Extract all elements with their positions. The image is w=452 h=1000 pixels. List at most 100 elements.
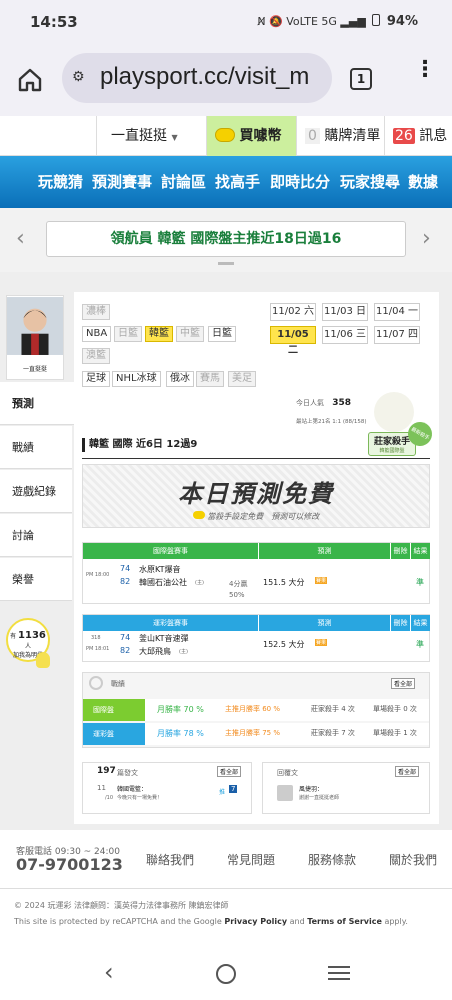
league-chip[interactable]: 俄冰 [166, 371, 194, 387]
tab-switcher-button[interactable]: 1 [350, 68, 372, 90]
stats-killer: 莊家殺手 7 次 [311, 729, 355, 737]
menu-item-guess[interactable]: 玩競猜 [38, 171, 83, 192]
menu-item-livescore[interactable]: 即時比分 [270, 171, 330, 192]
league-chip[interactable]: 澳籃 [82, 348, 110, 364]
stats-home-rate: 主推月勝率 75 % [225, 729, 281, 737]
follower-prefix: 有 [10, 633, 17, 640]
site-settings-icon[interactable]: ⚙ [72, 69, 85, 85]
terms-link[interactable]: Terms of Service [307, 917, 382, 926]
address-bar[interactable]: ⚙ playsport.cc/visit_m [62, 53, 332, 103]
menu-item-predict[interactable]: 預測賽事 [92, 171, 152, 192]
stats-see-all[interactable]: 看全部 [391, 678, 416, 689]
recaptcha-notice: This site is protected by reCAPTCHA and … [14, 917, 408, 926]
back-icon[interactable]: ‹ [104, 958, 114, 986]
league-chip[interactable]: 日籃 [208, 326, 236, 342]
menu-item-data[interactable]: 數據 [408, 171, 438, 192]
footer-link-about[interactable]: 關於我們 [389, 851, 437, 868]
footer-link-contact[interactable]: 聯絡我們 [146, 851, 194, 868]
league-chip[interactable]: NBA [82, 326, 112, 342]
posts-count: 197 [97, 766, 116, 776]
recaptcha-text: This site is protected by reCAPTCHA and … [14, 917, 225, 926]
chevron-left-icon[interactable]: ‹ [16, 226, 25, 251]
league-chip[interactable]: 中籃 [176, 326, 204, 342]
coin-icon [192, 511, 205, 519]
footer-link-faq[interactable]: 常見問題 [227, 851, 275, 868]
footer-divider [0, 888, 452, 889]
home-tag: (主) [179, 649, 188, 655]
date-button[interactable]: 11/02 六 [270, 303, 316, 321]
more-menu-icon[interactable]: ⋮ [414, 59, 436, 92]
free-banner: 本日預測免費 當殺手設定免費 預測可以修改 [82, 464, 430, 528]
stats-rate: 月勝率 70 % [157, 705, 204, 714]
replies-see-all[interactable]: 看全部 [395, 766, 420, 777]
team-name: 大邱飛鳥 [139, 647, 171, 656]
cart-button[interactable]: 0 購牌清單 [296, 116, 384, 156]
home-icon[interactable] [16, 66, 44, 94]
privacy-link[interactable]: Privacy Policy [224, 917, 287, 926]
visitor-number: 358 [332, 398, 352, 408]
stats-killer: 莊家殺手 4 次 [311, 705, 355, 713]
sidebar-item-games[interactable]: 遊戲紀錄 [0, 470, 72, 513]
pick-tag: 賽果 [315, 577, 328, 584]
sidebar-item-honor[interactable]: 榮譽 [0, 558, 72, 601]
date-button-selected[interactable]: 11/05 二 [270, 326, 316, 356]
main-content: 一直挺挺 預測 戰績 遊戲紀錄 討論 榮譽 有 1136 人 加我為明燈 濃棒 … [0, 272, 452, 830]
date-button[interactable]: 11/06 三 [322, 326, 368, 344]
sidebar-item-discuss[interactable]: 討論 [0, 514, 72, 557]
message-count: 26 [393, 128, 415, 144]
date-button[interactable]: 11/07 四 [374, 326, 420, 344]
user-menu[interactable]: 一直挺挺 ▼ [96, 116, 206, 156]
lightbulb-icon [36, 652, 50, 668]
table-header: 國際盤賽事 [83, 543, 258, 559]
team-number: 74 [120, 633, 131, 642]
team-number: 74 [120, 564, 131, 573]
stats-row-sport: 運彩盤 月勝率 78 % 主推月勝率 75 % 莊家殺手 7 次 單場殺手 1 … [83, 723, 429, 745]
badge-master-sub: 韓籃國際盤 [379, 448, 405, 454]
phone-number[interactable]: 07-9700123 [16, 855, 123, 874]
date-button[interactable]: 11/04 一 [374, 303, 420, 321]
menu-item-forum[interactable]: 討論區 [161, 171, 206, 192]
league-chip[interactable]: 美足 [228, 371, 256, 387]
sidebar-item-record[interactable]: 戰績 [0, 426, 72, 469]
prediction-panel: 濃棒 NBA 日籃 韓籃 中籃 日籃 澳籃 足球 NHL冰球 俄冰 賽馬 美足 … [74, 292, 439, 824]
sidebar-item-predict[interactable]: 預測 [0, 382, 74, 425]
apply-text: apply. [381, 917, 408, 926]
visitor-rank: 最站上第21名 1:1 (88/158) [296, 419, 367, 425]
post-title[interactable]: 韓國電籃： [117, 784, 147, 793]
date-button[interactable]: 11/03 日 [322, 303, 368, 321]
result: 準 [416, 578, 424, 587]
team-number: 82 [120, 646, 131, 655]
league-chip[interactable]: 足球 [82, 371, 110, 387]
user-menu-label: 一直挺挺 [111, 128, 167, 144]
team-name: 水原KT爆音 [139, 565, 181, 574]
messages-button[interactable]: 26 訊息 [384, 116, 452, 156]
replies-label: 回覆文 [277, 769, 298, 777]
carousel-dots [218, 262, 234, 265]
league-chip[interactable]: 濃棒 [82, 304, 110, 320]
buy-coins-button[interactable]: 買噱幣 [206, 116, 296, 156]
reply-text[interactable]: 謝謝一直挺挺老師 [299, 794, 339, 801]
system-nav-bar: ‹ [0, 950, 452, 1000]
replies-box: 回覆文 看全部 風捷羽： 謝謝一直挺挺老師 [262, 762, 430, 814]
menu-item-experts[interactable]: 找高手 [215, 171, 260, 192]
announcement-text[interactable]: 領航員 韓籃 國際盤主推近18日過16 [46, 221, 406, 257]
footer: 客服電話 09:30 ~ 24:00 07-9700123 聯絡我們 常見問題 … [0, 830, 452, 950]
leaf-decoration-icon [374, 392, 414, 432]
team-name: 釜山KT音速彈 [139, 634, 189, 643]
avatar[interactable]: 一直挺挺 [6, 295, 64, 380]
posts-see-all[interactable]: 看全部 [217, 766, 242, 777]
menu-item-search[interactable]: 玩家搜尋 [340, 171, 400, 192]
reply-title[interactable]: 風捷羽： [299, 784, 323, 793]
table-header: 刪除 [391, 615, 410, 631]
home-circle-icon[interactable] [216, 964, 236, 984]
post-text[interactable]: 今晚只有一場免費！ [117, 794, 162, 801]
footer-link-terms[interactable]: 服務條款 [308, 851, 356, 868]
follower-count-line: 有 1136 人 [8, 630, 48, 650]
league-chip[interactable]: 賽馬 [196, 371, 224, 387]
league-chip[interactable]: 日籃 [114, 326, 142, 342]
visitor-count: 今日人氣 358 [296, 398, 351, 408]
league-chip[interactable]: NHL冰球 [112, 371, 161, 387]
league-chip-selected[interactable]: 韓籃 [145, 326, 173, 342]
chevron-right-icon[interactable]: › [422, 226, 431, 251]
recents-icon-mid [328, 972, 350, 974]
